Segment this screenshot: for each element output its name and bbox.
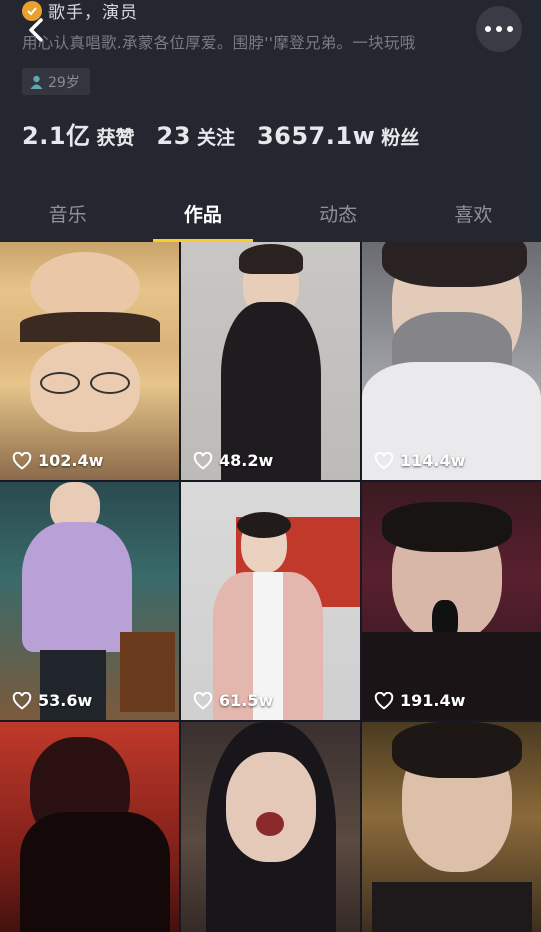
video-likes: 48.2w [193,451,273,470]
video-likes: 53.6w [12,691,92,710]
age-text: 29岁 [48,74,80,91]
stat-following[interactable]: 23 关注 [157,122,235,150]
likes-count: 114.4w [400,451,466,470]
profile-page: 歌手，演员 用心认真唱歌.承蒙各位厚爱。围脖''摩登兄弟。一块玩哦 29岁 2.… [0,0,541,932]
hair-shape [382,242,527,287]
glasses-shape [90,372,130,394]
stats-row: 2.1亿 获赞 23 关注 3657.1w 粉丝 [22,116,441,151]
person-icon [30,75,43,89]
video-thumbnail[interactable] [0,722,179,932]
stat-following-label: 关注 [196,127,235,149]
jacket-shape [372,882,532,932]
hair-shape [392,722,522,778]
profile-header: 歌手，演员 用心认真唱歌.承蒙各位厚爱。围脖''摩登兄弟。一块玩哦 29岁 2.… [0,0,541,242]
likes-count: 61.5w [219,691,274,710]
video-likes: 114.4w [374,451,465,470]
heart-icon [12,691,32,710]
hair-shape [237,512,291,538]
stat-likes-label: 获赞 [96,127,135,149]
likes-count: 53.6w [38,691,93,710]
occupation-text: 歌手，演员 [48,3,138,23]
table-shape [120,632,175,712]
tab-activity[interactable]: 动态 [271,186,406,242]
video-thumbnail[interactable]: 114.4w [362,242,541,480]
video-likes: 102.4w [12,451,103,470]
stat-following-number: 23 [156,122,191,150]
heart-icon [12,451,32,470]
hair-shape [382,502,512,552]
likes-count: 102.4w [38,451,104,470]
video-likes: 61.5w [193,691,273,710]
video-thumbnail[interactable]: 48.2w [181,242,360,480]
jacket-shape [20,812,170,932]
stat-likes[interactable]: 2.1亿 获赞 [22,116,135,151]
stat-followers-label: 粉丝 [381,127,420,149]
profile-bio: 用心认真唱歌.承蒙各位厚爱。围脖''摩登兄弟。一块玩哦 [22,34,416,52]
heart-icon [374,691,394,710]
more-dots-icon [485,26,491,32]
glasses-shape [40,372,80,394]
video-thumbnail[interactable]: 102.4w [0,242,179,480]
hair-shape [20,312,160,342]
heart-icon [193,451,213,470]
hair-shape [239,244,303,274]
video-thumbnail[interactable]: 61.5w [181,482,360,720]
video-thumbnail[interactable] [362,722,541,932]
age-tag: 29岁 [22,68,90,95]
likes-count: 191.4w [400,691,466,710]
stat-followers-number: 3657.1w [256,122,376,150]
video-thumbnail[interactable] [181,722,360,932]
likes-count: 48.2w [219,451,274,470]
tab-likes[interactable]: 喜欢 [406,186,541,242]
more-options-button[interactable] [476,6,522,52]
heart-icon [193,691,213,710]
face-shape [226,752,316,862]
hoodie-shape [22,522,132,652]
stat-followers[interactable]: 3657.1w 粉丝 [257,122,419,150]
heart-icon [374,451,394,470]
video-grid: 102.4w 48.2w 114.4w 53.6w 61.5w 191.4w [0,242,541,932]
video-thumbnail[interactable]: 53.6w [0,482,179,720]
stat-likes-number: 2.1亿 [22,122,91,150]
tab-music[interactable]: 音乐 [0,186,135,242]
video-likes: 191.4w [374,691,465,710]
video-thumbnail[interactable]: 191.4w [362,482,541,720]
mouth-shape [256,812,284,836]
profile-tabs: 音乐 作品 动态 喜欢 [0,186,541,242]
tab-works[interactable]: 作品 [135,186,270,242]
